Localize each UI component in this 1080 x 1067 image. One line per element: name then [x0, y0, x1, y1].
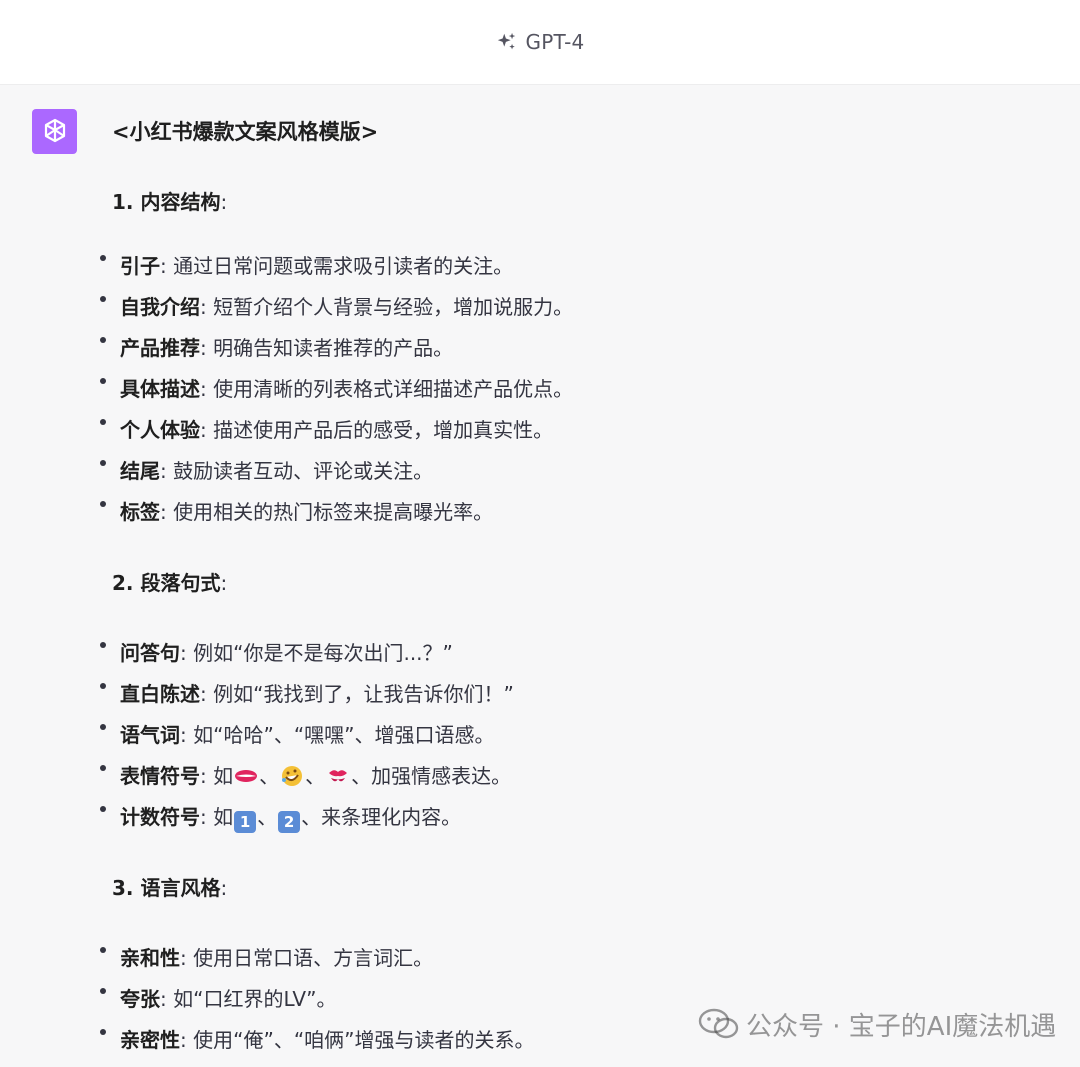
list-item: 引子: 通过日常问题或需求吸引读者的关注。	[98, 246, 1038, 287]
bullet	[100, 642, 106, 648]
list-item: 自我介绍: 短暂介绍个人背景与经验，增加说服力。	[98, 287, 1038, 328]
document-title: <小红书爆款文案风格模版>	[112, 120, 379, 144]
watermark-text: 公众号 · 宝子的AI魔法机遇	[746, 1011, 1057, 1042]
lips-emoji	[235, 770, 258, 782]
list-item: 语气词: 如“哈哈”、“嘿嘿”、增强口语感。	[98, 715, 1038, 756]
list-item: 问答句: 例如“你是不是每次出门...？”	[98, 633, 1038, 674]
list-item: 具体描述: 使用清晰的列表格式详细描述产品优点。	[98, 369, 1038, 410]
bullet	[100, 947, 106, 953]
bullet	[100, 1029, 106, 1035]
bullet	[100, 378, 106, 384]
paragraph-style-list: 问答句: 例如“你是不是每次出门...？” 直白陈述: 例如“我找到了，让我告诉…	[98, 633, 1038, 838]
wechat-icon	[698, 1008, 739, 1039]
bullet	[100, 337, 106, 343]
bullet	[100, 296, 106, 302]
bullet	[100, 988, 106, 994]
openai-logo-icon	[44, 118, 65, 142]
keycap-two-emoji: 2	[278, 811, 301, 833]
assistant-avatar	[32, 109, 77, 154]
bullet	[100, 501, 106, 507]
keycap-one-emoji: 1	[234, 811, 257, 833]
model-label: GPT-4	[525, 30, 585, 54]
kiss-mark-emoji	[329, 770, 348, 782]
bullet	[100, 724, 106, 730]
list-item: 个人体验: 描述使用产品后的感受，增加真实性。	[98, 410, 1038, 451]
list-item: 结尾: 鼓励读者互动、评论或关注。	[98, 451, 1038, 492]
model-header[interactable]: GPT-4	[0, 0, 1080, 84]
list-item: 表情符号: 如、、、加强情感表达。	[98, 756, 1038, 797]
bullet	[100, 683, 106, 689]
section-heading-language-style: 3. 语言风格:	[112, 876, 228, 900]
list-item: 产品推荐: 明确告知读者推荐的产品。	[98, 328, 1038, 369]
list-item: 亲和性: 使用日常口语、方言词汇。	[98, 938, 1038, 979]
list-item: 标签: 使用相关的热门标签来提高曝光率。	[98, 492, 1038, 533]
section-heading-paragraph-style: 2. 段落句式:	[112, 571, 228, 595]
rofl-emoji	[282, 766, 303, 786]
watermark: 公众号 · 宝子的AI魔法机遇	[698, 1004, 1056, 1044]
bullet	[100, 460, 106, 466]
bullet	[100, 765, 106, 771]
bullet	[100, 806, 106, 812]
section-heading-content-structure: 1. 内容结构:	[112, 190, 228, 214]
list-item: 计数符号: 如 1、 2 、来条理化内容。	[98, 797, 1038, 838]
sparkle-icon	[497, 32, 515, 50]
list-item: 直白陈述: 例如“我找到了，让我告诉你们！”	[98, 674, 1038, 715]
content-structure-list: 引子: 通过日常问题或需求吸引读者的关注。 自我介绍: 短暂介绍个人背景与经验，…	[98, 246, 1038, 533]
bullet	[100, 255, 106, 261]
bullet	[100, 419, 106, 425]
assistant-message: <小红书爆款文案风格模版> 1. 内容结构: 引子: 通过日常问题或需求吸引读者…	[98, 112, 1038, 1061]
